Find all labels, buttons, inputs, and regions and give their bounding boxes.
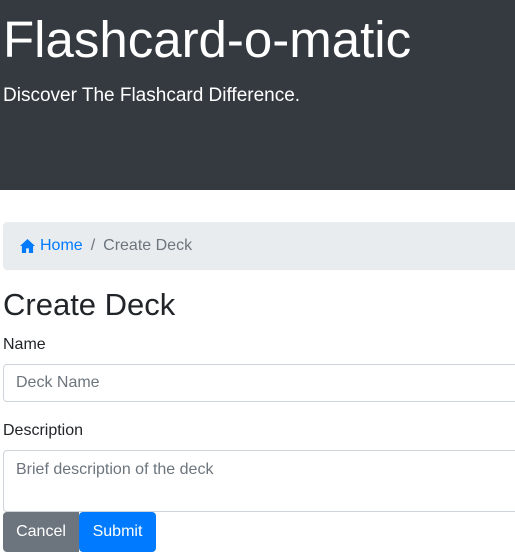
cancel-button[interactable]: Cancel: [3, 512, 79, 552]
breadcrumb-home-link[interactable]: Home: [20, 237, 83, 255]
app-subtitle: Discover The Flashcard Difference.: [3, 85, 301, 106]
submit-button[interactable]: Submit: [79, 512, 156, 552]
header-banner: Flashcard-o-matic Discover The Flashcard…: [0, 0, 515, 190]
breadcrumb-separator: /: [90, 237, 96, 254]
breadcrumb-current: Create Deck: [103, 237, 193, 254]
description-label: Description: [3, 422, 84, 439]
breadcrumb-home-label: Home: [40, 237, 83, 254]
home-icon: [20, 239, 35, 253]
deck-description-input[interactable]: [3, 450, 515, 512]
name-label: Name: [3, 336, 46, 353]
deck-name-input[interactable]: [3, 364, 515, 402]
app-title: Flashcard-o-matic: [3, 11, 412, 68]
page-title: Create Deck: [3, 287, 176, 322]
breadcrumb: Home / Create Deck: [3, 222, 515, 270]
